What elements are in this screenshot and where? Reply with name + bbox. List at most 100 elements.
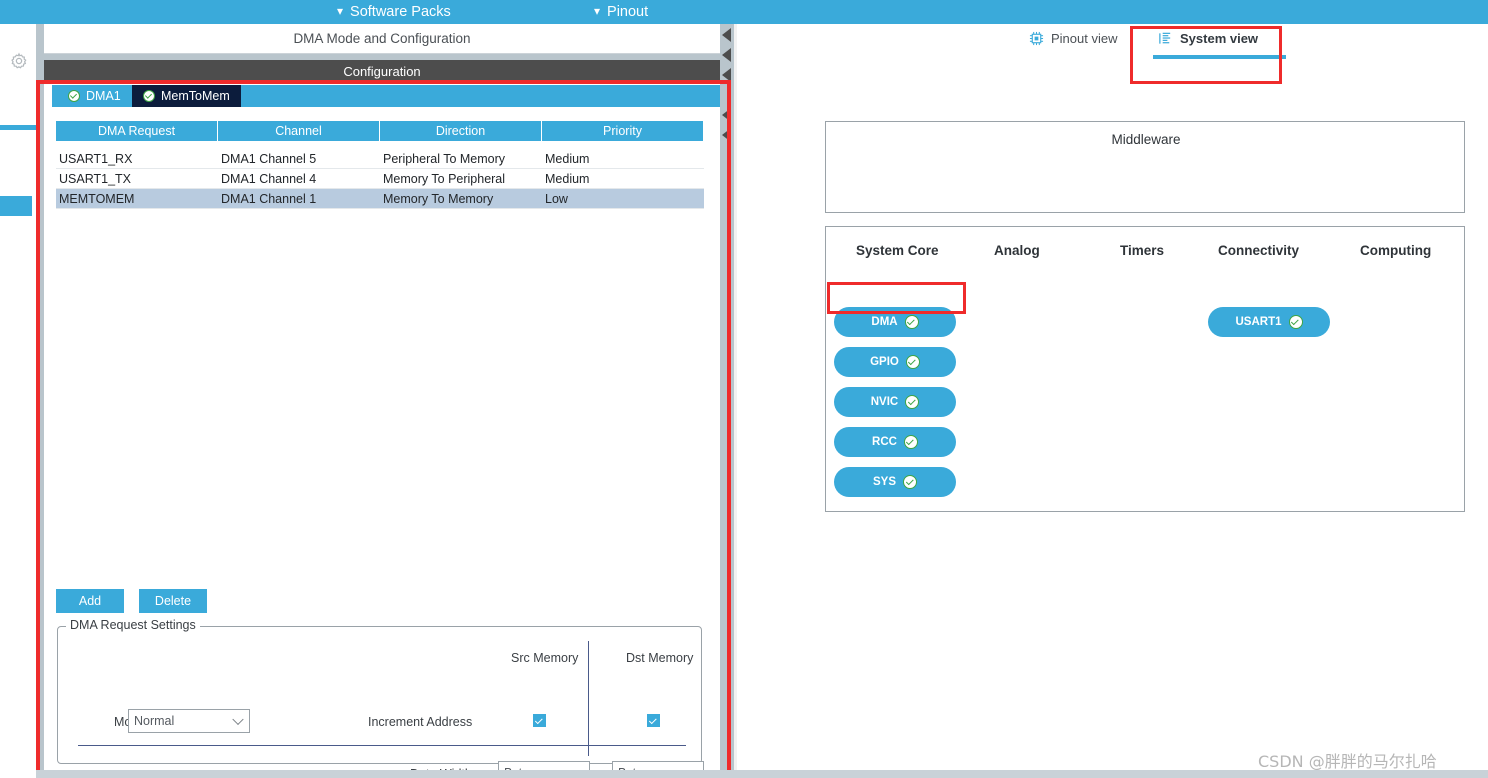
src-increment-address-checkbox[interactable] [533,714,546,727]
tab-dma1[interactable]: DMA1 [57,85,132,107]
cell-direction: Memory To Peripheral [383,171,506,186]
chevron-left-icon[interactable] [722,28,731,42]
cell-channel: DMA1 Channel 4 [221,171,317,186]
peripheral-sys[interactable]: SYS [834,467,956,497]
check-circle-icon [903,475,917,489]
dma-request-table: DMA Request Channel Direction Priority U… [56,121,704,209]
bottom-strip-left [0,762,36,778]
chip-icon [1029,31,1044,46]
category-connectivity: Connectivity [1218,243,1300,258]
tab-pinout-view-label: Pinout view [1051,31,1118,46]
list-icon [1159,32,1171,44]
cell-direction: Peripheral To Memory [383,151,506,166]
cell-priority: Low [545,191,568,206]
left-rail [0,24,36,778]
chevron-left-icon[interactable] [722,128,731,142]
column-header-priority[interactable]: Priority [542,121,704,141]
menu-software-packs[interactable]: ▾ Software Packs [337,0,451,24]
peripheral-nvic[interactable]: NVIC [834,387,956,417]
src-memory-header: Src Memory [511,651,579,665]
table-row[interactable]: MEMTOMEM DMA1 Channel 1 Memory To Memory… [56,189,704,209]
peripheral-gpio[interactable]: GPIO [834,347,956,377]
cell-direction: Memory To Memory [383,191,494,206]
peripheral-rcc-label: RCC [872,436,897,448]
system-view-pane: Pinout view System view Middleware Syste… [737,24,1488,778]
chevron-down-icon: ▾ [594,4,601,18]
active-tab-underline [1153,55,1286,59]
column-header-dma-request[interactable]: DMA Request [56,121,218,141]
peripheral-dma-label: DMA [871,316,898,328]
dst-memory-header: Dst Memory [626,651,694,665]
column-header-direction[interactable]: Direction [380,121,542,141]
settings-legend: DMA Request Settings [66,618,200,632]
table-header-row: DMA Request Channel Direction Priority [56,121,704,141]
app-window: ▾ Software Packs ▾ Pinout DMA Mode and C… [0,0,1488,778]
tab-dma1-label: DMA1 [86,89,121,103]
check-circle-icon [68,90,80,102]
middleware-title: Middleware [1111,132,1181,147]
gear-icon[interactable] [10,52,28,70]
category-computing: Computing [1360,243,1432,258]
dma-request-settings-group: DMA Request Settings Src Memory Dst Memo… [57,618,704,778]
cell-channel: DMA1 Channel 5 [221,151,317,166]
check-circle-icon [905,355,920,369]
add-button[interactable]: Add [56,589,124,613]
check-circle-icon [143,90,155,102]
check-circle-icon [1288,315,1303,329]
chevron-left-icon[interactable] [722,68,731,82]
peripheral-sys-label: SYS [872,476,896,488]
check-circle-icon [905,395,920,409]
chevron-left-icon[interactable] [722,48,731,62]
table-action-buttons: Add Delete [56,589,207,613]
chevron-left-icon[interactable] [722,108,731,122]
increment-address-label: Increment Address [368,715,473,729]
column-header-channel[interactable]: Channel [218,121,380,141]
delete-button[interactable]: Delete [139,589,207,613]
table-row[interactable]: USART1_RX DMA1 Channel 5 Peripheral To M… [56,149,704,169]
chevron-down-icon: ▾ [337,4,344,18]
peripheral-usart1-label: USART1 [1235,316,1282,328]
cell-dma-request: USART1_TX [59,171,132,186]
tab-system-view-label: System view [1180,31,1259,46]
peripherals-box: System Core Analog Timers Connectivity C… [825,226,1465,512]
settings-vertical-divider [588,641,589,756]
tab-memtomem-label: MemToMem [161,89,230,103]
panel-splitter-scrollbar[interactable] [720,24,734,778]
panel-title: DMA Mode and Configuration [44,24,720,54]
category-system-core: System Core [856,243,939,258]
menu-software-packs-label: Software Packs [350,4,451,20]
tab-system-view[interactable]: System view [1152,27,1264,50]
table-row[interactable]: USART1_TX DMA1 Channel 4 Memory To Perip… [56,169,704,189]
category-analog: Analog [994,243,1040,258]
peripheral-usart1[interactable]: USART1 [1208,307,1330,337]
top-ribbon: ▾ Software Packs ▾ Pinout [0,0,1488,24]
peripheral-rcc[interactable]: RCC [834,427,956,457]
watermark: CSDN @胖胖的马尔扎哈 [1258,752,1437,771]
check-circle-icon [903,435,918,449]
peripheral-nvic-label: NVIC [870,396,899,408]
view-tab-bar: Pinout view System view [737,24,1488,84]
menu-pinout-label: Pinout [607,4,649,20]
tab-pinout-view[interactable]: Pinout view [1023,27,1123,50]
chevron-down-icon [232,713,244,726]
mode-select[interactable]: Normal [128,709,250,733]
cell-priority: Medium [545,151,590,166]
rail-accent-line [0,125,36,130]
peripheral-gpio-label: GPIO [870,356,899,368]
cell-channel: DMA1 Channel 1 [221,191,317,206]
peripheral-dma[interactable]: DMA [834,307,956,337]
mode-select-value: Normal [134,714,175,728]
dst-increment-address-checkbox[interactable] [647,714,660,727]
menu-pinout[interactable]: ▾ Pinout [594,0,648,24]
dma-configuration-panel: DMA Mode and Configuration Configuration… [44,24,720,778]
middleware-box: Middleware [825,121,1465,213]
cell-dma-request: USART1_RX [59,151,133,166]
table-head-spacer [56,141,704,149]
configuration-header-bar: Configuration [44,60,720,83]
settings-horizontal-divider [78,745,686,746]
check-circle-icon [904,315,919,329]
cell-priority: Medium [545,171,590,186]
rail-divider [36,24,44,778]
dma-tab-strip: DMA1 MemToMem [52,85,720,107]
tab-memtomem[interactable]: MemToMem [132,85,241,107]
